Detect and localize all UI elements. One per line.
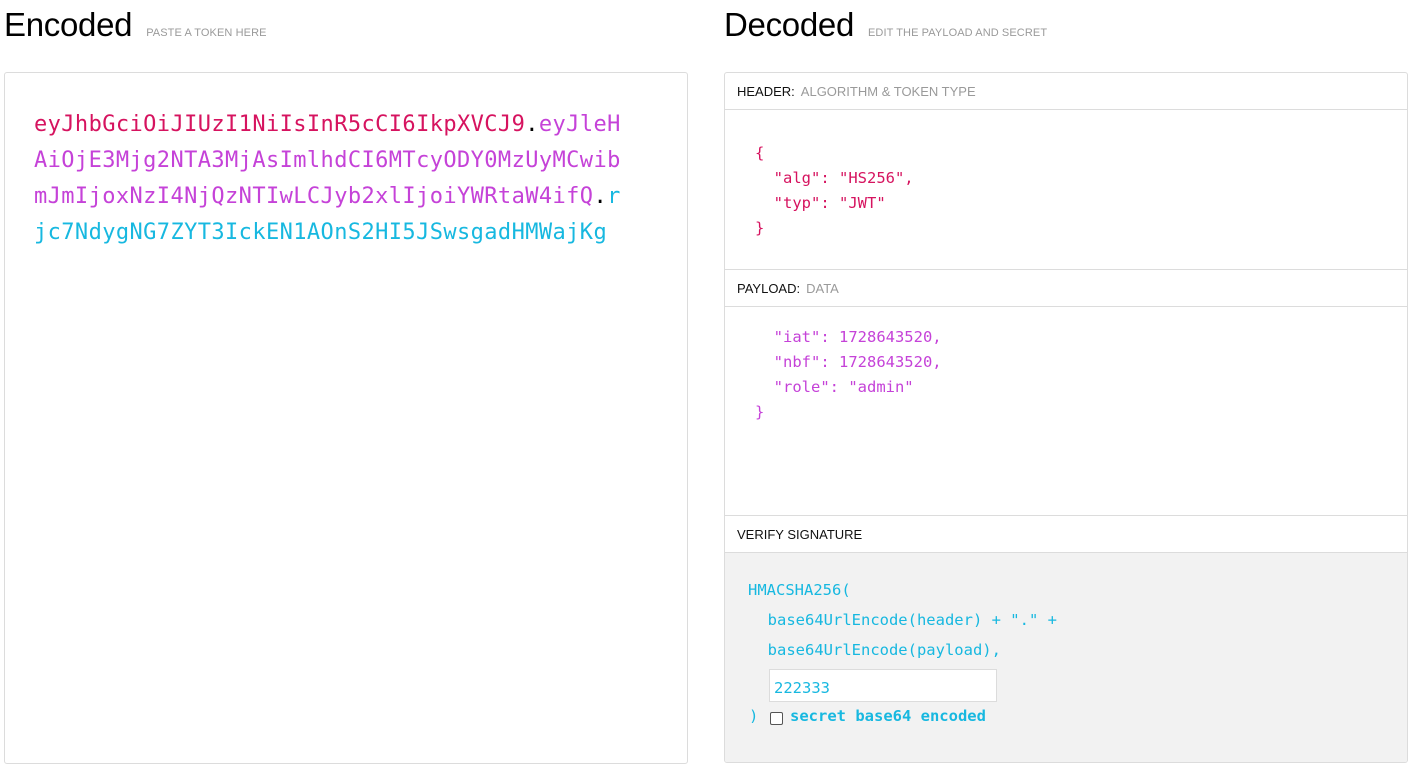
- secret-base64-label[interactable]: secret base64 encoded: [790, 707, 986, 725]
- header-section-head: HEADER: ALGORITHM & TOKEN TYPE: [725, 73, 1407, 110]
- token-dot-2: .: [593, 184, 608, 209]
- verify-line-payload: base64UrlEncode(payload),: [749, 641, 1001, 659]
- header-section-sublabel: ALGORITHM & TOKEN TYPE: [800, 83, 976, 99]
- header-json-editor[interactable]: { "alg": "HS256", "typ": "JWT" }: [755, 141, 914, 241]
- header-section-label: HEADER:: [737, 83, 795, 99]
- decoded-subtitle: EDIT THE PAYLOAD AND SECRET: [868, 27, 1048, 39]
- secret-base64-checkbox[interactable]: [770, 712, 783, 725]
- decoded-panel: HEADER: ALGORITHM & TOKEN TYPE { "alg": …: [724, 72, 1408, 763]
- verify-section-label: VERIFY SIGNATURE: [737, 526, 863, 542]
- secret-input[interactable]: [769, 669, 997, 702]
- verify-close-paren: ): [749, 707, 759, 725]
- encoded-subtitle: PASTE A TOKEN HERE: [146, 27, 267, 39]
- decoded-title: Decoded: [724, 6, 854, 43]
- payload-section-label: PAYLOAD:: [737, 280, 801, 296]
- encoded-title: Encoded: [4, 6, 133, 43]
- payload-json-editor[interactable]: "iat": 1728643520, "nbf": 1728643520, "r…: [755, 325, 942, 425]
- verify-signature-body: HMACSHA256( base64UrlEncode(header) + ".…: [725, 553, 1407, 762]
- token-header-part: eyJhbGciOiJIUzI1NiIsInR5cCI6IkpXVCJ9: [34, 112, 526, 137]
- payload-section-sublabel: DATA: [806, 280, 839, 296]
- verify-line-header: base64UrlEncode(header) + "." +: [749, 611, 1057, 629]
- payload-section-head: PAYLOAD: DATA: [725, 270, 1407, 307]
- encoded-token-editor[interactable]: eyJhbGciOiJIUzI1NiIsInR5cCI6IkpXVCJ9.eyJ…: [4, 72, 688, 764]
- decoded-title-row: Decoded EDIT THE PAYLOAD AND SECRET: [724, 6, 1047, 44]
- token-dot-1: .: [525, 112, 539, 137]
- encoded-token-text[interactable]: eyJhbGciOiJIUzI1NiIsInR5cCI6IkpXVCJ9.eyJ…: [34, 107, 634, 251]
- verify-section-head: VERIFY SIGNATURE: [725, 516, 1407, 553]
- verify-line-hmac: HMACSHA256(: [748, 581, 851, 599]
- encoded-title-row: Encoded PASTE A TOKEN HERE: [4, 6, 267, 44]
